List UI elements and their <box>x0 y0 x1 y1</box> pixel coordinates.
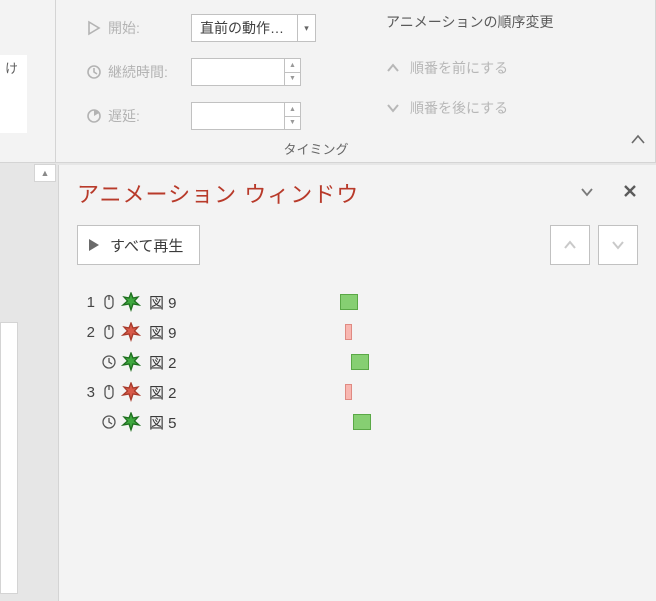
spin-down-icon[interactable]: ▼ <box>285 73 300 86</box>
object-name: 図 9 <box>149 322 177 343</box>
delay-clock-icon <box>86 108 102 124</box>
left-label-fragment: け <box>0 55 27 133</box>
exit-effect-icon <box>119 322 143 342</box>
animation-row[interactable]: 図 5 <box>77 407 644 437</box>
spin-down-icon[interactable]: ▼ <box>285 117 300 130</box>
object-name: 図 5 <box>149 412 177 433</box>
exit-effect-icon <box>119 382 143 402</box>
start-value: 直前の動作… <box>200 18 284 38</box>
mouse-click-icon <box>99 294 119 310</box>
sequence-number: 1 <box>77 294 95 311</box>
slide-thumbnail-edge <box>0 322 18 594</box>
pane-menu-button[interactable] <box>580 184 594 202</box>
start-label: 開始: <box>86 18 191 38</box>
chevron-up-icon <box>564 240 576 250</box>
animation-row[interactable]: 1 図 9 <box>77 287 644 317</box>
timing-bar[interactable] <box>345 384 352 400</box>
timeline-track <box>327 407 634 437</box>
object-name: 図 9 <box>149 292 177 313</box>
play-all-button[interactable]: すべて再生 <box>77 225 200 265</box>
after-previous-icon <box>99 354 119 370</box>
reorder-later-button[interactable]: 順番を後にする <box>386 88 553 128</box>
animation-row[interactable]: 2 図 9 <box>77 317 644 347</box>
duration-label: 継続時間: <box>86 62 191 82</box>
move-up-button[interactable] <box>550 225 590 265</box>
close-icon <box>622 183 638 199</box>
scroll-up-tab[interactable]: ▲ <box>34 164 56 182</box>
pane-title: アニメーション ウィンドウ <box>77 177 580 209</box>
timing-bar[interactable] <box>353 414 371 430</box>
pane-close-button[interactable] <box>622 183 638 204</box>
delay-input[interactable]: ▲▼ <box>191 102 301 130</box>
timing-bar[interactable] <box>340 294 358 310</box>
delay-label: 遅延: <box>86 106 191 126</box>
reorder-title: アニメーションの順序変更 <box>386 12 553 32</box>
animation-row[interactable]: 図 2 <box>77 347 644 377</box>
entrance-effect-icon <box>119 352 143 372</box>
chevron-down-icon <box>580 187 594 197</box>
timing-bar[interactable] <box>351 354 369 370</box>
timeline-track <box>327 287 634 317</box>
spin-up-icon[interactable]: ▲ <box>285 59 300 73</box>
mouse-click-icon <box>99 384 119 400</box>
after-previous-icon <box>99 414 119 430</box>
start-select[interactable]: 直前の動作… ▾ <box>191 14 316 42</box>
chevron-up-icon <box>386 61 400 75</box>
reorder-earlier-button[interactable]: 順番を前にする <box>386 48 553 88</box>
collapse-ribbon-button[interactable] <box>629 131 647 154</box>
chevron-down-icon <box>386 101 400 115</box>
mouse-click-icon <box>99 324 119 340</box>
chevron-down-icon <box>612 240 624 250</box>
chevron-up-icon <box>629 131 647 149</box>
sequence-number: 3 <box>77 384 95 401</box>
timeline-track <box>327 377 634 407</box>
group-title-timing: タイミング <box>112 139 520 158</box>
spin-up-icon[interactable]: ▲ <box>285 103 300 117</box>
animation-pane: アニメーション ウィンドウ すべて再生 1 図 9 2 図 9 図 2 3 図 2 図 5 <box>58 165 656 601</box>
sequence-number: 2 <box>77 324 95 341</box>
timing-bar[interactable] <box>345 324 352 340</box>
animation-row[interactable]: 3 図 2 <box>77 377 644 407</box>
move-down-button[interactable] <box>598 225 638 265</box>
object-name: 図 2 <box>149 382 177 403</box>
play-icon <box>86 20 102 36</box>
timeline-track <box>327 347 634 377</box>
play-icon <box>88 238 100 252</box>
entrance-effect-icon <box>119 412 143 432</box>
timeline-track <box>327 317 634 347</box>
clock-icon <box>86 64 102 80</box>
chevron-down-icon[interactable]: ▾ <box>297 15 315 41</box>
duration-input[interactable]: ▲▼ <box>191 58 301 86</box>
entrance-effect-icon <box>119 292 143 312</box>
object-name: 図 2 <box>149 352 177 373</box>
